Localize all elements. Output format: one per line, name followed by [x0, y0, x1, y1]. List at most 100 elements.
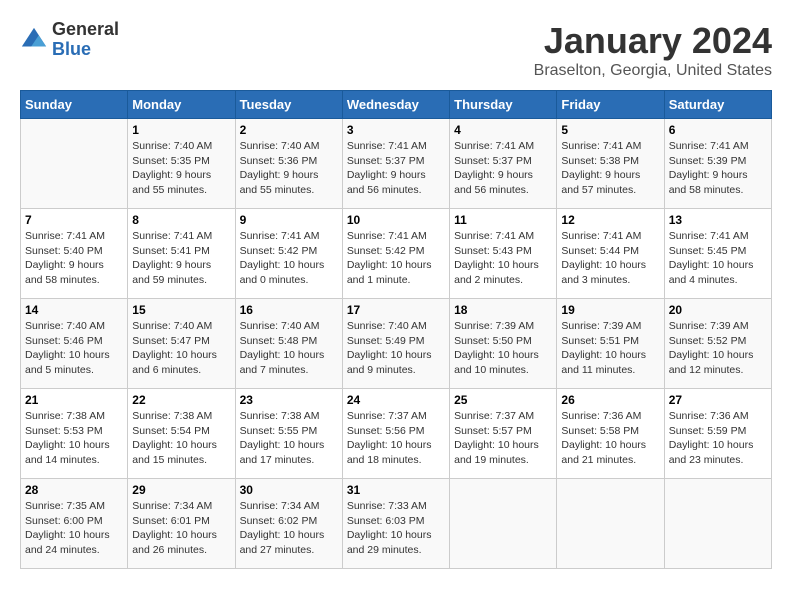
calendar-cell: 30 Sunrise: 7:34 AM Sunset: 6:02 PM Dayli…	[235, 479, 342, 569]
week-row-3: 21 Sunrise: 7:38 AM Sunset: 5:53 PM Dayli…	[21, 389, 772, 479]
calendar-cell: 28 Sunrise: 7:35 AM Sunset: 6:00 PM Dayli…	[21, 479, 128, 569]
calendar-cell: 1Sunrise: 7:40 AM Sunset: 5:35 PM Daylig…	[128, 119, 235, 209]
day-info: Sunrise: 7:36 AM Sunset: 5:59 PM Dayligh…	[669, 409, 767, 468]
day-number: 19	[561, 303, 659, 317]
day-info: Sunrise: 7:37 AM Sunset: 5:56 PM Dayligh…	[347, 409, 445, 468]
logo-general: General	[52, 20, 119, 40]
day-info: Sunrise: 7:34 AM Sunset: 6:02 PM Dayligh…	[240, 499, 338, 558]
day-number: 9	[240, 213, 338, 227]
calendar-cell: 5Sunrise: 7:41 AM Sunset: 5:38 PM Daylig…	[557, 119, 664, 209]
day-number: 2	[240, 123, 338, 137]
day-number: 22	[132, 393, 230, 407]
day-number: 21	[25, 393, 123, 407]
day-info: Sunrise: 7:38 AM Sunset: 5:55 PM Dayligh…	[240, 409, 338, 468]
day-info: Sunrise: 7:41 AM Sunset: 5:45 PM Dayligh…	[669, 229, 767, 288]
day-info: Sunrise: 7:35 AM Sunset: 6:00 PM Dayligh…	[25, 499, 123, 558]
day-info: Sunrise: 7:41 AM Sunset: 5:39 PM Dayligh…	[669, 139, 767, 198]
calendar-cell	[450, 479, 557, 569]
calendar-cell: 23 Sunrise: 7:38 AM Sunset: 5:55 PM Dayli…	[235, 389, 342, 479]
day-info: Sunrise: 7:40 AM Sunset: 5:48 PM Dayligh…	[240, 319, 338, 378]
day-number: 24	[347, 393, 445, 407]
day-number: 12	[561, 213, 659, 227]
day-number: 17	[347, 303, 445, 317]
calendar-cell	[21, 119, 128, 209]
day-info: Sunrise: 7:40 AM Sunset: 5:47 PM Dayligh…	[132, 319, 230, 378]
day-number: 15	[132, 303, 230, 317]
calendar-cell: 15 Sunrise: 7:40 AM Sunset: 5:47 PM Dayli…	[128, 299, 235, 389]
calendar-cell: 29Sunrise: 7:34 AM Sunset: 6:01 PM Dayli…	[128, 479, 235, 569]
day-number: 10	[347, 213, 445, 227]
calendar-cell: 20Sunrise: 7:39 AM Sunset: 5:52 PM Dayli…	[664, 299, 771, 389]
logo-blue: Blue	[52, 40, 119, 60]
day-number: 28	[25, 483, 123, 497]
calendar-cell: 12 Sunrise: 7:41 AM Sunset: 5:44 PM Dayli…	[557, 209, 664, 299]
day-number: 20	[669, 303, 767, 317]
day-number: 16	[240, 303, 338, 317]
day-info: Sunrise: 7:40 AM Sunset: 5:46 PM Dayligh…	[25, 319, 123, 378]
header-day-wednesday: Wednesday	[342, 91, 449, 119]
day-info: Sunrise: 7:38 AM Sunset: 5:53 PM Dayligh…	[25, 409, 123, 468]
day-info: Sunrise: 7:40 AM Sunset: 5:49 PM Dayligh…	[347, 319, 445, 378]
calendar-cell: 13 Sunrise: 7:41 AM Sunset: 5:45 PM Dayli…	[664, 209, 771, 299]
calendar-cell: 6 Sunrise: 7:41 AM Sunset: 5:39 PM Daylig…	[664, 119, 771, 209]
day-number: 26	[561, 393, 659, 407]
calendar-cell: 4 Sunrise: 7:41 AM Sunset: 5:37 PM Daylig…	[450, 119, 557, 209]
logo-icon	[20, 26, 48, 54]
day-info: Sunrise: 7:41 AM Sunset: 5:40 PM Dayligh…	[25, 229, 123, 288]
day-info: Sunrise: 7:38 AM Sunset: 5:54 PM Dayligh…	[132, 409, 230, 468]
day-info: Sunrise: 7:41 AM Sunset: 5:44 PM Dayligh…	[561, 229, 659, 288]
week-row-1: 7 Sunrise: 7:41 AM Sunset: 5:40 PM Daylig…	[21, 209, 772, 299]
day-number: 4	[454, 123, 552, 137]
day-info: Sunrise: 7:41 AM Sunset: 5:42 PM Dayligh…	[347, 229, 445, 288]
header-day-thursday: Thursday	[450, 91, 557, 119]
header-day-tuesday: Tuesday	[235, 91, 342, 119]
header-day-friday: Friday	[557, 91, 664, 119]
calendar-cell: 3 Sunrise: 7:41 AM Sunset: 5:37 PM Daylig…	[342, 119, 449, 209]
day-number: 13	[669, 213, 767, 227]
day-info: Sunrise: 7:41 AM Sunset: 5:37 PM Dayligh…	[347, 139, 445, 198]
day-number: 11	[454, 213, 552, 227]
sub-title: Braselton, Georgia, United States	[534, 62, 772, 80]
calendar-cell: 7 Sunrise: 7:41 AM Sunset: 5:40 PM Daylig…	[21, 209, 128, 299]
logo-text: General Blue	[52, 20, 119, 60]
day-number: 8	[132, 213, 230, 227]
calendar-cell: 21 Sunrise: 7:38 AM Sunset: 5:53 PM Dayli…	[21, 389, 128, 479]
day-info: Sunrise: 7:39 AM Sunset: 5:51 PM Dayligh…	[561, 319, 659, 378]
header-row: SundayMondayTuesdayWednesdayThursdayFrid…	[21, 91, 772, 119]
calendar-cell: 18 Sunrise: 7:39 AM Sunset: 5:50 PM Dayli…	[450, 299, 557, 389]
day-info: Sunrise: 7:36 AM Sunset: 5:58 PM Dayligh…	[561, 409, 659, 468]
day-number: 23	[240, 393, 338, 407]
day-info: Sunrise: 7:33 AM Sunset: 6:03 PM Dayligh…	[347, 499, 445, 558]
calendar-cell: 26 Sunrise: 7:36 AM Sunset: 5:58 PM Dayli…	[557, 389, 664, 479]
day-info: Sunrise: 7:40 AM Sunset: 5:35 PM Dayligh…	[132, 139, 230, 198]
day-info: Sunrise: 7:39 AM Sunset: 5:50 PM Dayligh…	[454, 319, 552, 378]
calendar-cell: 8 Sunrise: 7:41 AM Sunset: 5:41 PM Daylig…	[128, 209, 235, 299]
day-number: 5	[561, 123, 659, 137]
week-row-0: 1Sunrise: 7:40 AM Sunset: 5:35 PM Daylig…	[21, 119, 772, 209]
day-number: 18	[454, 303, 552, 317]
week-row-2: 14Sunrise: 7:40 AM Sunset: 5:46 PM Dayli…	[21, 299, 772, 389]
day-info: Sunrise: 7:40 AM Sunset: 5:36 PM Dayligh…	[240, 139, 338, 198]
calendar-cell: 25 Sunrise: 7:37 AM Sunset: 5:57 PM Dayli…	[450, 389, 557, 479]
calendar-cell: 22 Sunrise: 7:38 AM Sunset: 5:54 PM Dayli…	[128, 389, 235, 479]
header-day-saturday: Saturday	[664, 91, 771, 119]
calendar-cell: 2 Sunrise: 7:40 AM Sunset: 5:36 PM Daylig…	[235, 119, 342, 209]
day-number: 31	[347, 483, 445, 497]
day-number: 3	[347, 123, 445, 137]
day-number: 6	[669, 123, 767, 137]
header-day-monday: Monday	[128, 91, 235, 119]
page-header: General Blue January 2024 Braselton, Geo…	[20, 20, 772, 80]
calendar-cell: 16 Sunrise: 7:40 AM Sunset: 5:48 PM Dayli…	[235, 299, 342, 389]
calendar-table: SundayMondayTuesdayWednesdayThursdayFrid…	[20, 90, 772, 569]
main-title: January 2024	[534, 20, 772, 62]
day-info: Sunrise: 7:41 AM Sunset: 5:41 PM Dayligh…	[132, 229, 230, 288]
day-info: Sunrise: 7:41 AM Sunset: 5:43 PM Dayligh…	[454, 229, 552, 288]
day-info: Sunrise: 7:41 AM Sunset: 5:37 PM Dayligh…	[454, 139, 552, 198]
day-number: 25	[454, 393, 552, 407]
day-number: 30	[240, 483, 338, 497]
logo: General Blue	[20, 20, 119, 60]
day-number: 7	[25, 213, 123, 227]
day-info: Sunrise: 7:41 AM Sunset: 5:42 PM Dayligh…	[240, 229, 338, 288]
header-day-sunday: Sunday	[21, 91, 128, 119]
day-info: Sunrise: 7:37 AM Sunset: 5:57 PM Dayligh…	[454, 409, 552, 468]
